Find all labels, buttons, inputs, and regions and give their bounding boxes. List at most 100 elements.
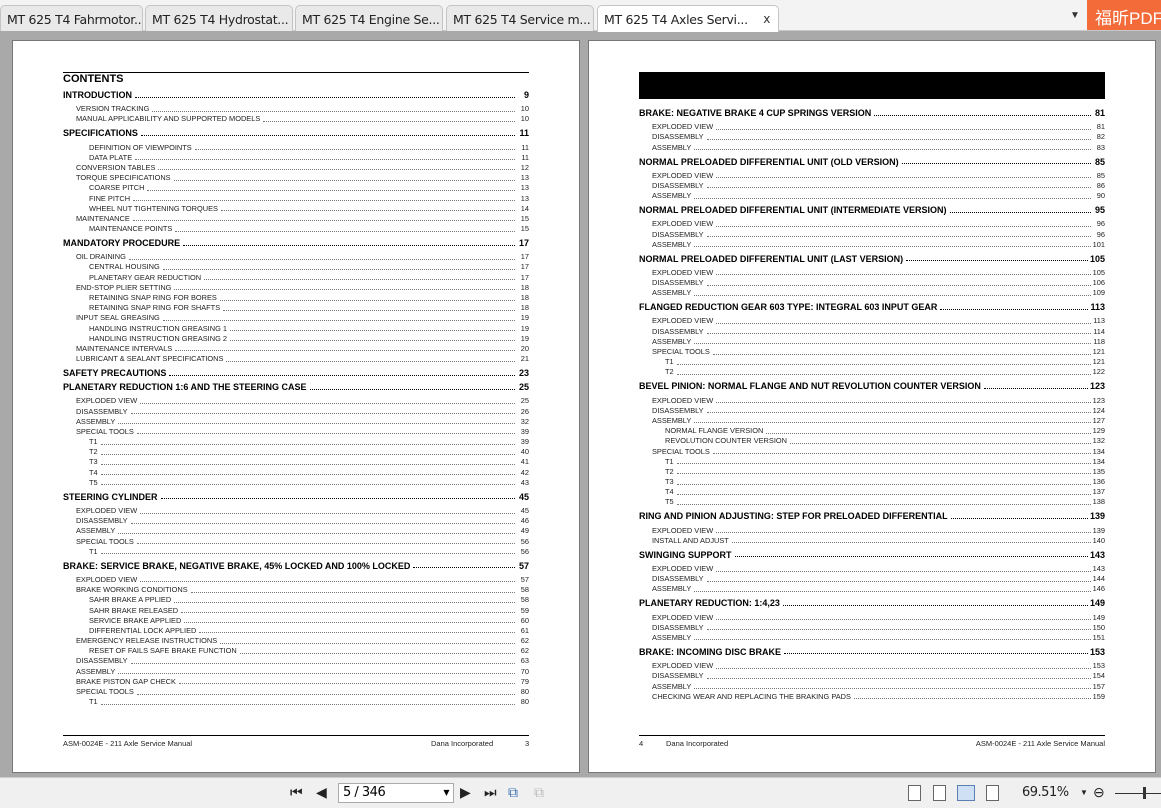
- toc-entry[interactable]: RETAINING SNAP RING FOR SHAFTS 18: [63, 303, 529, 313]
- toc-chapter[interactable]: BRAKE: SERVICE BRAKE, NEGATIVE BRAKE, 45…: [63, 561, 529, 571]
- previous-view-icon[interactable]: ⧉: [508, 784, 518, 801]
- toc-entry[interactable]: T5 43: [63, 478, 529, 488]
- toc-entry[interactable]: BRAKE PISTON GAP CHECK 79: [63, 677, 529, 687]
- toc-entry[interactable]: LUBRICANT & SEALANT SPECIFICATIONS 21: [63, 354, 529, 364]
- toc-entry[interactable]: DISASSEMBLY 124: [639, 406, 1105, 416]
- toc-entry[interactable]: T1 39: [63, 437, 529, 447]
- toc-entry[interactable]: ASSEMBLY 83: [639, 142, 1105, 152]
- toc-entry[interactable]: T1 121: [639, 357, 1105, 367]
- toc-chapter[interactable]: STEERING CYLINDER 45: [63, 492, 529, 502]
- toc-chapter[interactable]: PLANETARY REDUCTION 1:6 AND THE STEERING…: [63, 382, 529, 392]
- toc-entry[interactable]: WHEEL NUT TIGHTENING TORQUES 14: [63, 204, 529, 214]
- toc-entry[interactable]: VERSION TRACKING 10: [63, 104, 529, 114]
- toc-entry[interactable]: ASSEMBLY 70: [63, 666, 529, 676]
- toc-entry[interactable]: MANUAL APPLICABILITY AND SUPPORTED MODEL…: [63, 114, 529, 124]
- toc-chapter[interactable]: NORMAL PRELOADED DIFFERENTIAL UNIT (OLD …: [639, 157, 1105, 167]
- close-tab-icon[interactable]: x: [763, 12, 770, 26]
- toc-entry[interactable]: DEFINITION OF VIEWPOINTS 11: [63, 142, 529, 152]
- tab-fahrmotor[interactable]: MT 625 T4 Fahrmotor...: [0, 5, 143, 31]
- toc-entry[interactable]: MAINTENANCE POINTS 15: [63, 224, 529, 234]
- toc-entry[interactable]: NORMAL FLANGE VERSION 129: [639, 426, 1105, 436]
- toc-entry[interactable]: T4 137: [639, 487, 1105, 497]
- toc-chapter[interactable]: MANDATORY PROCEDURE 17: [63, 238, 529, 248]
- toc-entry[interactable]: DISASSEMBLY 150: [639, 623, 1105, 633]
- toc-entry[interactable]: ASSEMBLY 151: [639, 633, 1105, 643]
- toc-entry[interactable]: CHECKING WEAR AND REPLACING THE BRAKING …: [639, 692, 1105, 702]
- toc-entry[interactable]: T5 138: [639, 497, 1105, 507]
- last-page-icon[interactable]: ⏭: [484, 784, 497, 801]
- page-dropdown-icon[interactable]: ▼: [443, 788, 449, 797]
- toc-chapter[interactable]: FLANGED REDUCTION GEAR 603 TYPE: INTEGRA…: [639, 302, 1105, 312]
- toc-chapter[interactable]: INTRODUCTION 9: [63, 90, 529, 100]
- next-view-icon[interactable]: ⧉: [534, 784, 544, 801]
- toc-entry[interactable]: INPUT SEAL GREASING 19: [63, 313, 529, 323]
- toc-entry[interactable]: T3 136: [639, 477, 1105, 487]
- toc-entry[interactable]: DIFFERENTIAL LOCK APPLIED 61: [63, 626, 529, 636]
- toc-entry[interactable]: ASSEMBLY 109: [639, 288, 1105, 298]
- facing-icon[interactable]: [957, 785, 975, 801]
- toc-entry[interactable]: EXPLODED VIEW 139: [639, 525, 1105, 535]
- continuous-icon[interactable]: [933, 785, 946, 801]
- toc-entry[interactable]: ASSEMBLY 127: [639, 416, 1105, 426]
- tab-engine[interactable]: MT 625 T4 Engine Se...: [295, 5, 443, 31]
- toc-entry[interactable]: OIL DRAINING 17: [63, 252, 529, 262]
- tab-list-dropdown-icon[interactable]: ▼: [1070, 10, 1080, 21]
- toc-chapter[interactable]: NORMAL PRELOADED DIFFERENTIAL UNIT (INTE…: [639, 205, 1105, 215]
- toc-entry[interactable]: CONVERSION TABLES 12: [63, 163, 529, 173]
- toc-entry[interactable]: EXPLODED VIEW 96: [639, 219, 1105, 229]
- toc-entry[interactable]: ASSEMBLY 32: [63, 417, 529, 427]
- toc-entry[interactable]: MAINTENANCE 15: [63, 214, 529, 224]
- toc-entry[interactable]: SERVICE BRAKE APPLIED 60: [63, 616, 529, 626]
- toc-entry[interactable]: ASSEMBLY 157: [639, 681, 1105, 691]
- toc-chapter[interactable]: PLANETARY REDUCTION: 1:4,23 149: [639, 598, 1105, 608]
- toc-chapter[interactable]: BRAKE: NEGATIVE BRAKE 4 CUP SPRINGS VERS…: [639, 108, 1105, 118]
- toc-entry[interactable]: SAHR BRAKE A PPLIED 58: [63, 595, 529, 605]
- zoom-slider-handle[interactable]: [1143, 787, 1146, 799]
- toc-entry[interactable]: COARSE PITCH 13: [63, 183, 529, 193]
- toc-entry[interactable]: BRAKE WORKING CONDITIONS 58: [63, 585, 529, 595]
- first-page-icon[interactable]: ⏮: [290, 784, 303, 801]
- toc-chapter[interactable]: SAFETY PRECAUTIONS 23: [63, 368, 529, 378]
- toc-entry[interactable]: SPECIAL TOOLS 134: [639, 446, 1105, 456]
- toc-entry[interactable]: T4 42: [63, 467, 529, 477]
- toc-entry[interactable]: T2 135: [639, 467, 1105, 477]
- toc-entry[interactable]: SAHR BRAKE RELEASED 59: [63, 605, 529, 615]
- tab-axles[interactable]: MT 625 T4 Axles Servi... x: [597, 5, 779, 32]
- toc-entry[interactable]: EXPLODED VIEW 143: [639, 564, 1105, 574]
- tab-hydrostat[interactable]: MT 625 T4 Hydrostat...: [145, 5, 293, 31]
- zoom-out-icon[interactable]: ⊖: [1093, 784, 1105, 801]
- continuous-facing-icon[interactable]: [986, 785, 999, 801]
- toc-entry[interactable]: EXPLODED VIEW 149: [639, 612, 1105, 622]
- toc-entry[interactable]: DISASSEMBLY 154: [639, 671, 1105, 681]
- toc-entry[interactable]: RESET OF FAILS SAFE BRAKE FUNCTION 62: [63, 646, 529, 656]
- prev-page-icon[interactable]: ◀: [316, 784, 327, 801]
- toc-entry[interactable]: DISASSEMBLY 86: [639, 181, 1105, 191]
- toc-entry[interactable]: ASSEMBLY 146: [639, 584, 1105, 594]
- toc-chapter[interactable]: RING AND PINION ADJUSTING: STEP FOR PREL…: [639, 511, 1105, 521]
- toc-entry[interactable]: DISASSEMBLY 114: [639, 326, 1105, 336]
- toc-entry[interactable]: SPECIAL TOOLS 39: [63, 427, 529, 437]
- toc-chapter[interactable]: BEVEL PINION: NORMAL FLANGE AND NUT REVO…: [639, 381, 1105, 391]
- toc-entry[interactable]: DISASSEMBLY 106: [639, 278, 1105, 288]
- toc-entry[interactable]: EXPLODED VIEW 45: [63, 506, 529, 516]
- toc-entry[interactable]: T3 41: [63, 457, 529, 467]
- toc-entry[interactable]: PLANETARY GEAR REDUCTION 17: [63, 272, 529, 282]
- toc-entry[interactable]: DISASSEMBLY 82: [639, 132, 1105, 142]
- toc-entry[interactable]: SPECIAL TOOLS 121: [639, 347, 1105, 357]
- toc-entry[interactable]: EXPLODED VIEW 85: [639, 171, 1105, 181]
- toc-entry[interactable]: T1 134: [639, 457, 1105, 467]
- zoom-slider[interactable]: [1115, 793, 1161, 794]
- toc-entry[interactable]: EXPLODED VIEW 105: [639, 268, 1105, 278]
- toc-entry[interactable]: MAINTENANCE INTERVALS 20: [63, 344, 529, 354]
- toc-chapter[interactable]: SPECIFICATIONS 11: [63, 128, 529, 138]
- toc-entry[interactable]: TORQUE SPECIFICATIONS 13: [63, 173, 529, 183]
- toc-entry[interactable]: ASSEMBLY 101: [639, 240, 1105, 250]
- toc-entry[interactable]: RETAINING SNAP RING FOR BORES 18: [63, 293, 529, 303]
- toc-entry[interactable]: ASSEMBLY 49: [63, 526, 529, 536]
- tab-service[interactable]: MT 625 T4 Service m...: [446, 5, 594, 31]
- toc-chapter[interactable]: NORMAL PRELOADED DIFFERENTIAL UNIT (LAST…: [639, 254, 1105, 264]
- toc-entry[interactable]: EMERGENCY RELEASE INSTRUCTIONS 62: [63, 636, 529, 646]
- toc-entry[interactable]: DATA PLATE 11: [63, 153, 529, 163]
- toc-entry[interactable]: DISASSEMBLY 96: [639, 229, 1105, 239]
- page-number-input[interactable]: 5 / 346 ▼: [338, 783, 454, 803]
